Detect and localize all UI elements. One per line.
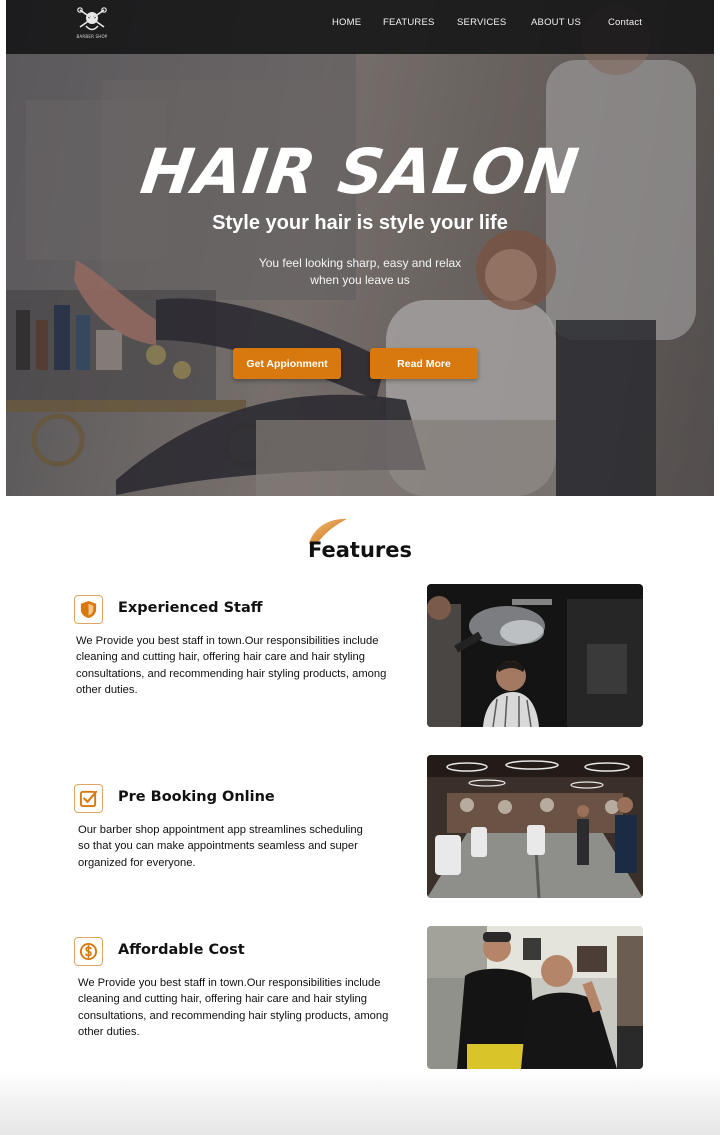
feature-description: We Provide you best staff in town.Our re… — [76, 635, 387, 696]
dollar-coin-icon — [79, 942, 98, 961]
navbar: BARBER SHOP HOME FEATURES SERVICES ABOUT… — [6, 0, 714, 54]
feature-description: Our barber shop appointment app streamli… — [78, 824, 363, 869]
features-heading: Features — [308, 538, 412, 562]
feature-title: Affordable Cost — [118, 942, 245, 958]
feature-pre-booking-online: Pre Booking Online Our barber shop appoi… — [74, 784, 404, 884]
feature-icon-box — [74, 784, 103, 813]
barber-spraying-hair-image — [427, 584, 643, 727]
feature-icon-box — [74, 595, 103, 624]
logo-text: BARBER SHOP — [76, 34, 108, 39]
hero-description-line-1: You feel looking sharp, easy and relax — [258, 256, 462, 270]
feature-title: Experienced Staff — [118, 600, 263, 616]
nav-link-features[interactable]: FEATURES — [383, 17, 435, 28]
nav-link-contact[interactable]: Contact — [608, 17, 642, 28]
feature-affordable-cost: Affordable Cost We Provide you best staf… — [74, 937, 404, 1047]
hero-subtitle: Style your hair is style your life — [212, 212, 508, 234]
hero-description: You feel looking sharp, easy and relax w… — [245, 255, 475, 289]
checkbox-icon — [79, 790, 98, 808]
barbershop-interior-image — [427, 755, 643, 898]
scissors-skull-icon — [77, 7, 107, 31]
feature-icon-box — [74, 937, 103, 966]
hero-title: HAIR SALON — [136, 135, 584, 208]
nav-link-services[interactable]: SERVICES — [457, 17, 506, 28]
shield-icon — [80, 600, 97, 619]
page-bottom-fade — [0, 1070, 720, 1135]
feature-title: Pre Booking Online — [118, 789, 275, 805]
hero-overlay — [6, 0, 714, 496]
barber-shop-logo[interactable]: BARBER SHOP — [76, 7, 108, 41]
feature-experienced-staff: Experienced Staff We Provide you best st… — [74, 595, 404, 705]
get-appointment-button[interactable]: Get Appionment — [233, 348, 341, 379]
nav-link-about-us[interactable]: ABOUT US — [531, 17, 581, 28]
read-more-button[interactable]: Read More — [370, 348, 478, 379]
hero-description-line-2: when you leave us — [310, 273, 410, 287]
barbers-posing-image — [427, 926, 643, 1069]
features-heading-block: Features — [300, 516, 420, 566]
nav-link-home[interactable]: HOME — [332, 17, 361, 28]
feature-description: We Provide you best staff in town.Our re… — [78, 977, 389, 1038]
hero-section: BARBER SHOP HOME FEATURES SERVICES ABOUT… — [6, 0, 714, 496]
